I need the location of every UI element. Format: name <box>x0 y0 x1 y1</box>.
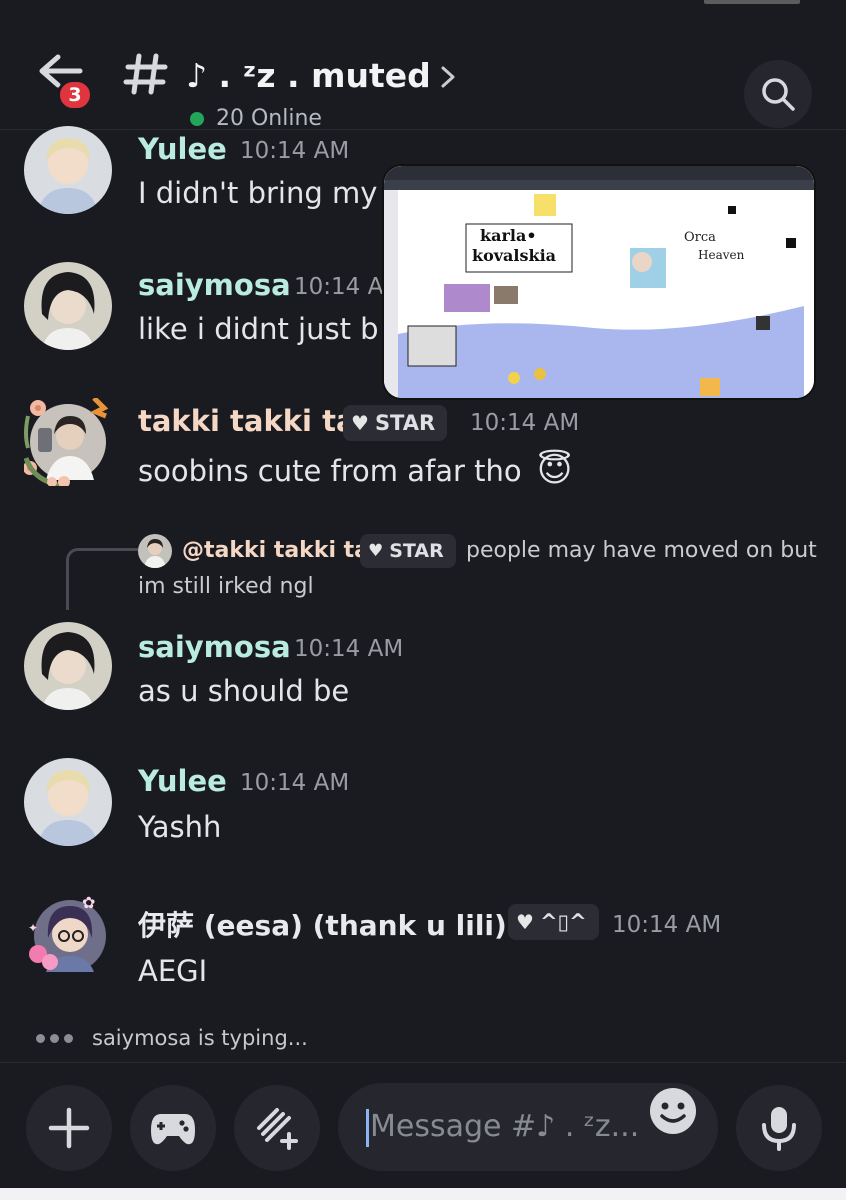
role-tag: ♥ STAR <box>343 405 448 441</box>
role-tag-label: STAR <box>374 411 436 435</box>
search-button[interactable] <box>744 60 812 128</box>
preview-side-text-1: Orca <box>684 230 716 245</box>
timestamp: 10:14 AM <box>240 138 350 164</box>
role-tag-label: ^▯^ <box>539 910 587 934</box>
plus-icon <box>48 1107 90 1149</box>
emoji-icon <box>650 1088 696 1134</box>
reply-connector <box>66 548 138 610</box>
channel-header: 3 ♪ . ᶻz . muted 20 Online <box>0 24 846 131</box>
apps-button[interactable] <box>234 1085 320 1171</box>
avatar[interactable] <box>24 262 112 350</box>
author-name[interactable]: takki takki ta <box>138 404 356 438</box>
avatar[interactable] <box>24 758 112 846</box>
emoji-button[interactable] <box>648 1086 698 1136</box>
avatar-with-decoration[interactable]: ✿ ✦ <box>24 892 112 980</box>
heart-icon: ♥ <box>351 411 369 435</box>
channel-name[interactable]: ♪ . ᶻz . muted <box>186 56 431 95</box>
message-text: Yashh <box>138 810 222 844</box>
online-dot-icon <box>190 111 204 126</box>
preview-side-text-2: Heaven <box>698 248 745 262</box>
activities-button[interactable] <box>130 1085 216 1171</box>
role-tag: ♥ ^▯^ <box>508 904 599 940</box>
author-name[interactable]: saiymosa <box>138 630 291 664</box>
timestamp: 10:14 AM <box>612 912 722 938</box>
timestamp: 10:14 AM <box>470 410 580 436</box>
floating-video-preview[interactable]: karla• kovalskia Orca Heaven <box>384 166 814 398</box>
message-text: soobins cute from afar tho 😇 <box>138 450 572 490</box>
message-text-content: soobins cute from afar tho <box>138 454 522 488</box>
composer-bar: Message #♪ . ᶻz... <box>0 1062 846 1188</box>
status-bar <box>0 0 846 14</box>
author-name[interactable]: saiymosa <box>138 268 291 302</box>
preview-label-1: karla• <box>480 226 537 245</box>
unread-badge: 3 <box>57 79 93 111</box>
apps-sparkle-icon <box>257 1108 298 1150</box>
typing-text: saiymosa is typing... <box>92 1026 308 1050</box>
avatar[interactable] <box>24 622 112 710</box>
message-text: like i didnt just b <box>138 312 379 346</box>
online-count: 20 Online <box>190 106 322 131</box>
svg-text:✦: ✦ <box>28 921 38 935</box>
reply-author[interactable]: @takki takki ta <box>182 538 369 563</box>
timestamp: 10:14 AM <box>240 770 350 796</box>
message-text: AEGI <box>138 954 208 988</box>
search-icon <box>762 78 795 111</box>
voice-message-button[interactable] <box>736 1085 822 1171</box>
heart-icon: ♥ <box>516 910 534 934</box>
author-name[interactable]: Yulee <box>138 764 227 798</box>
online-label: 20 Online <box>216 106 322 131</box>
author-name[interactable]: 伊萨 (eesa) (thank u lili) <box>138 904 507 944</box>
typing-dots-icon <box>36 1033 78 1043</box>
smiling-halo-emoji-icon: 😇 <box>536 450 573 490</box>
heart-icon: ♥ <box>368 541 384 561</box>
role-tag-label: STAR <box>389 540 444 562</box>
system-navigation-bar <box>0 1188 846 1200</box>
avatar-with-decoration[interactable] <box>23 396 112 489</box>
status-icons <box>704 0 800 4</box>
add-attachment-button[interactable] <box>26 1085 112 1171</box>
gamepad-icon <box>151 1114 195 1145</box>
microphone-icon <box>762 1107 796 1151</box>
reply-text[interactable]: people may have moved on but <box>466 538 817 563</box>
message-text: as u should be <box>138 674 350 708</box>
author-name[interactable]: Yulee <box>138 132 227 166</box>
chevron-right-icon[interactable] <box>440 66 456 88</box>
message-placeholder: Message #♪ . ᶻz... <box>370 1109 640 1144</box>
preview-label-2: kovalskia <box>472 246 557 265</box>
svg-text:✿: ✿ <box>82 893 95 912</box>
reply-text[interactable]: im still irked ngl <box>138 574 314 599</box>
typing-indicator: saiymosa is typing... <box>36 1026 308 1050</box>
hash-icon <box>123 53 168 95</box>
message-text: I didn't bring my l <box>138 176 395 210</box>
avatar[interactable] <box>24 126 112 214</box>
timestamp: 10:14 AM <box>294 636 404 662</box>
reply-role-tag: ♥ STAR <box>360 534 456 568</box>
reply-avatar[interactable] <box>138 534 172 568</box>
text-cursor <box>366 1109 369 1147</box>
